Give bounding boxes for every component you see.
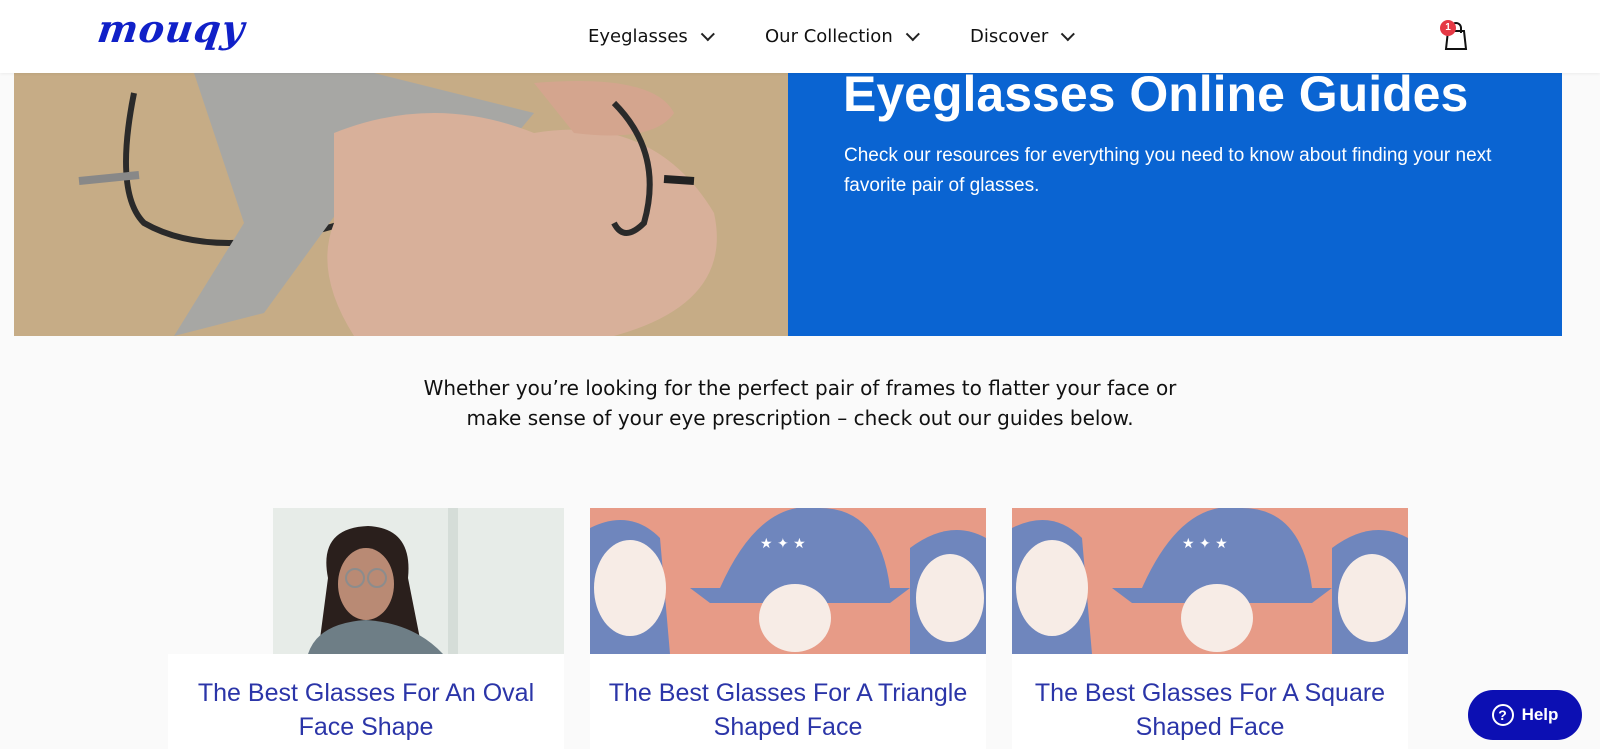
card-title[interactable]: The Best Glasses For An Oval Face Shape (168, 676, 564, 744)
chevron-down-icon (905, 26, 920, 41)
nav-eyeglasses-label: Eyeglasses (588, 26, 688, 47)
card-image: ★ ✦ ★ (1012, 508, 1408, 654)
card-image: ★ ✦ ★ (590, 508, 986, 654)
nav-eyeglasses[interactable]: Eyeglasses (588, 0, 715, 73)
guide-card-triangle[interactable]: ★ ✦ ★ The Best Glasses For A Triangle Sh… (590, 508, 986, 749)
hero-panel: Eyeglasses Online Guides Check our resou… (788, 66, 1562, 336)
brand-logo[interactable]: mouqy (95, 6, 248, 51)
nav-our-collection[interactable]: Our Collection (765, 0, 920, 73)
intro-text: Whether you’re looking for the perfect p… (300, 373, 1300, 433)
cart-button[interactable]: 1 (1440, 20, 1472, 52)
help-label: Help (1521, 705, 1559, 724)
nav-discover-label: Discover (970, 26, 1049, 47)
card-image (168, 508, 564, 654)
guide-card-square[interactable]: ★ ✦ ★ The Best Glasses For A Square Shap… (1012, 508, 1408, 749)
card-title[interactable]: The Best Glasses For A Triangle Shaped F… (590, 676, 986, 744)
svg-text:★ ✦ ★: ★ ✦ ★ (1182, 536, 1228, 552)
intro-line-1: Whether you’re looking for the perfect p… (423, 376, 1177, 400)
guide-card-oval[interactable]: The Best Glasses For An Oval Face Shape (168, 508, 564, 749)
hero-subtitle: Check our resources for everything you n… (844, 145, 1492, 196)
help-button[interactable]: ? Help (1468, 690, 1582, 740)
page-title: Eyeglasses Online Guides (843, 66, 1469, 122)
intro-line-2: make sense of your eye prescription – ch… (466, 406, 1134, 430)
card-title[interactable]: The Best Glasses For A Square Shaped Fac… (1012, 676, 1408, 744)
nav-collection-label: Our Collection (765, 26, 893, 47)
chevron-down-icon (1061, 26, 1076, 41)
site-header: mouqy Eyeglasses Our Collection Discover… (0, 0, 1600, 73)
question-mark-icon: ? (1491, 704, 1514, 726)
nav-discover[interactable]: Discover (970, 0, 1076, 73)
hero-image (14, 73, 788, 336)
chevron-down-icon (700, 26, 715, 41)
svg-text:★ ✦ ★: ★ ✦ ★ (760, 536, 806, 552)
cart-count-badge: 1 (1440, 20, 1456, 36)
